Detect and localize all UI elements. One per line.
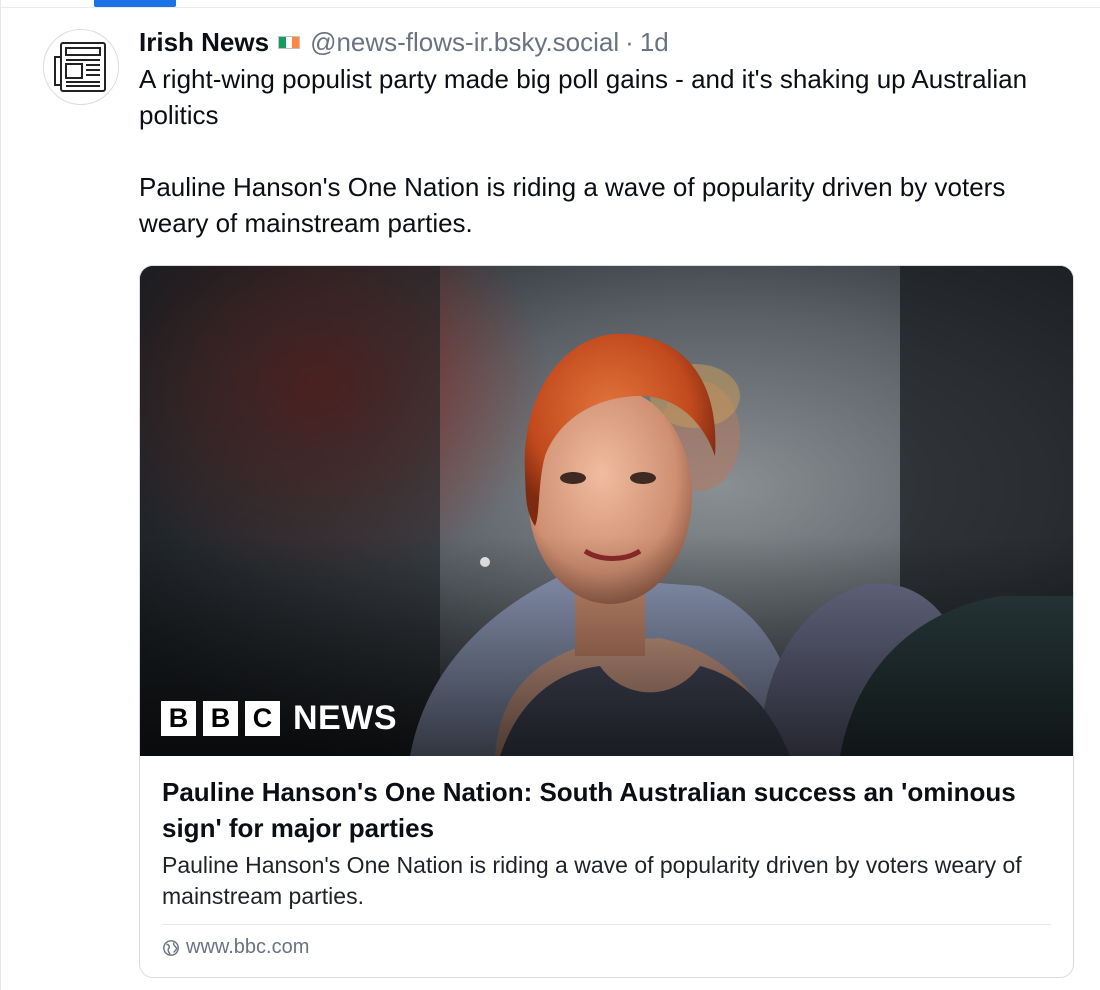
post-meta: Irish News @news-flows-ir.bsky.social · … — [139, 26, 1075, 58]
flag-stripe-green — [279, 36, 286, 48]
meta-separator: · — [625, 27, 634, 57]
bbc-logo-news: NEWS — [293, 699, 397, 737]
card-description: Pauline Hanson's One Nation is riding a … — [162, 852, 1022, 909]
bbc-news-logo: B B C NEWS — [161, 699, 397, 738]
top-divider — [1, 7, 1100, 8]
card-thumbnail: B B C NEWS — [140, 266, 1073, 756]
bbc-logo-box-b2: B — [203, 701, 238, 736]
post-timestamp[interactable]: 1d — [640, 26, 669, 58]
flag-stripe-white — [285, 36, 293, 48]
flag-stripe-orange — [292, 36, 300, 48]
bbc-logo-box-b1: B — [161, 701, 196, 736]
author-name[interactable]: Irish News — [139, 26, 269, 58]
card-divider — [162, 924, 1051, 925]
card-photo — [140, 266, 1073, 756]
ireland-flag-icon — [278, 35, 301, 49]
link-preview-card[interactable]: B B C NEWS Pauline Hanson's One Nation: … — [139, 265, 1074, 978]
card-domain-text: www.bbc.com — [186, 936, 310, 958]
post: Irish News @news-flows-ir.bsky.social · … — [139, 26, 1075, 978]
globe-icon — [163, 939, 179, 956]
bbc-logo-box-c: C — [245, 701, 280, 736]
active-tab-indicator — [94, 0, 176, 7]
feed-frame: Irish News @news-flows-ir.bsky.social · … — [0, 0, 1100, 990]
newspaper-icon — [54, 42, 106, 92]
post-text: A right-wing populist party made big pol… — [139, 61, 1075, 241]
avatar[interactable] — [43, 29, 119, 105]
card-title[interactable]: Pauline Hanson's One Nation: South Austr… — [162, 774, 1051, 846]
card-body: Pauline Hanson's One Nation: South Austr… — [140, 756, 1073, 959]
card-domain[interactable]: www.bbc.com — [162, 936, 1051, 959]
post-paragraph-1: A right-wing populist party made big pol… — [139, 64, 1028, 130]
author-handle[interactable]: @news-flows-ir.bsky.social — [310, 26, 619, 58]
post-paragraph-2: Pauline Hanson's One Nation is riding a … — [139, 172, 1006, 238]
